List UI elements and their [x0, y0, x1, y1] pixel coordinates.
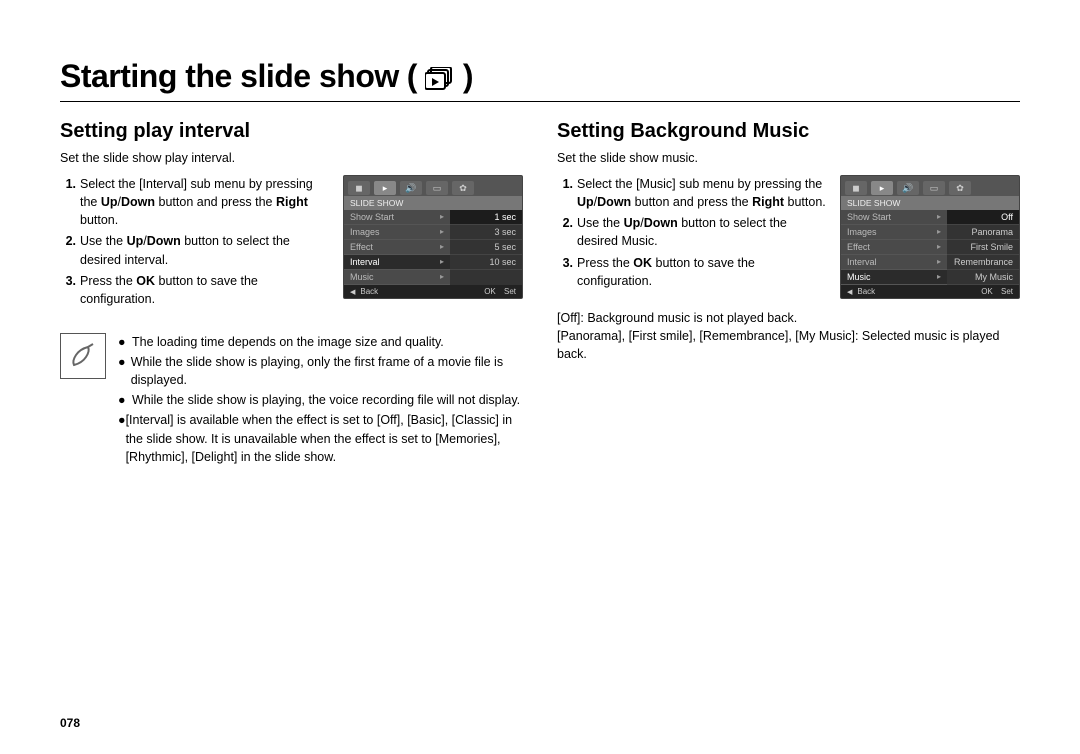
- menu-row: Show Start▸: [841, 210, 947, 225]
- right-intro: Set the slide show music.: [557, 151, 1020, 165]
- page-title: Starting the slide show ( ): [60, 58, 1020, 102]
- step-number: 1.: [60, 175, 76, 229]
- menu-option: 1 sec: [450, 210, 522, 225]
- step-item: 2. Use the Up/Down button to select the …: [557, 214, 830, 250]
- step-number: 3.: [557, 254, 573, 290]
- menu-row: Images▸: [344, 225, 450, 240]
- tab-sound-icon: 🔊: [400, 181, 422, 195]
- screen-tabs: ◼ ▸ 🔊 ▭ ✿: [344, 176, 522, 196]
- page-number: 078: [60, 716, 80, 730]
- step-text: Press the OK button to save the configur…: [577, 254, 830, 290]
- slideshow-icon: [425, 67, 455, 91]
- manual-page: Starting the slide show ( ) Setting play…: [0, 0, 1080, 468]
- note-block: ●The loading time depends on the image s…: [60, 333, 523, 468]
- footer-ok: OK Set: [981, 287, 1013, 296]
- screen-footer: Back OK Set: [841, 285, 1019, 298]
- note-icon: [60, 333, 106, 379]
- screen-menu-right: 1 sec3 sec5 sec10 sec: [450, 210, 522, 285]
- left-intro: Set the slide show play interval.: [60, 151, 523, 165]
- left-content-row: 1. Select the [Interval] sub menu by pre…: [60, 175, 523, 311]
- screen-footer: Back OK Set: [344, 285, 522, 298]
- menu-row: Music▸: [841, 270, 947, 285]
- screen-menu-right: OffPanoramaFirst SmileRemembranceMy Musi…: [947, 210, 1019, 285]
- title-text: Starting the slide show: [60, 58, 399, 95]
- screen-body: Show Start▸Images▸Effect▸Interval▸Music▸…: [344, 210, 522, 285]
- right-explanation: [Off]: Background music is not played ba…: [557, 309, 1020, 363]
- note-line: ●While the slide show is playing, only t…: [118, 353, 523, 389]
- left-steps: 1. Select the [Interval] sub menu by pre…: [60, 175, 333, 311]
- step-item: 3. Press the OK button to save the confi…: [557, 254, 830, 290]
- note-bullets: ●The loading time depends on the image s…: [118, 333, 523, 468]
- step-item: 3. Press the OK button to save the confi…: [60, 272, 333, 308]
- menu-row: Interval▸: [344, 255, 450, 270]
- screen-menu-left: Show Start▸Images▸Effect▸Interval▸Music▸: [344, 210, 450, 285]
- step-item: 2. Use the Up/Down button to select the …: [60, 232, 333, 268]
- screen-body: Show Start▸Images▸Effect▸Interval▸Music▸…: [841, 210, 1019, 285]
- tab-display-icon: ▭: [426, 181, 448, 195]
- paren-open: (: [407, 58, 417, 95]
- step-text: Select the [Interval] sub menu by pressi…: [80, 175, 333, 229]
- menu-row: Images▸: [841, 225, 947, 240]
- camera-lcd-screenshot-interval: ◼ ▸ 🔊 ▭ ✿ SLIDE SHOW Show Start▸Images▸E…: [343, 175, 523, 299]
- step-number: 3.: [60, 272, 76, 308]
- two-column-layout: Setting play interval Set the slide show…: [60, 120, 1020, 468]
- screen-tabs: ◼ ▸ 🔊 ▭ ✿: [841, 176, 1019, 196]
- menu-row: Interval▸: [841, 255, 947, 270]
- menu-option: Off: [947, 210, 1019, 225]
- menu-option: Remembrance: [947, 255, 1019, 270]
- tab-play-icon: ▸: [374, 181, 396, 195]
- camera-lcd-screenshot-music: ◼ ▸ 🔊 ▭ ✿ SLIDE SHOW Show Start▸Images▸E…: [840, 175, 1020, 299]
- note-line: ●While the slide show is playing, the vo…: [118, 391, 523, 409]
- step-text: Use the Up/Down button to select the des…: [577, 214, 830, 250]
- menu-row: Effect▸: [344, 240, 450, 255]
- footer-ok: OK Set: [484, 287, 516, 296]
- screen-header: SLIDE SHOW: [344, 196, 522, 210]
- menu-option: First Smile: [947, 240, 1019, 255]
- right-heading: Setting Background Music: [557, 120, 1020, 143]
- step-number: 2.: [557, 214, 573, 250]
- menu-row: Show Start▸: [344, 210, 450, 225]
- step-number: 1.: [557, 175, 573, 211]
- tab-icon: ◼: [845, 181, 867, 195]
- footer-back: Back: [847, 287, 875, 296]
- menu-option: 10 sec: [450, 255, 522, 270]
- step-text: Select the [Music] sub menu by pressing …: [577, 175, 830, 211]
- note-line: ●[Interval] is available when the effect…: [118, 411, 523, 465]
- step-text: Use the Up/Down button to select the des…: [80, 232, 333, 268]
- right-steps: 1. Select the [Music] sub menu by pressi…: [557, 175, 830, 293]
- tab-sound-icon: 🔊: [897, 181, 919, 195]
- menu-option: 5 sec: [450, 240, 522, 255]
- footer-back: Back: [350, 287, 378, 296]
- tab-icon: ◼: [348, 181, 370, 195]
- step-number: 2.: [60, 232, 76, 268]
- step-item: 1. Select the [Interval] sub menu by pre…: [60, 175, 333, 229]
- note-line: ●The loading time depends on the image s…: [118, 333, 523, 351]
- menu-row: Effect▸: [841, 240, 947, 255]
- menu-option: Panorama: [947, 225, 1019, 240]
- tab-settings-icon: ✿: [452, 181, 474, 195]
- tab-play-icon: ▸: [871, 181, 893, 195]
- right-content-row: 1. Select the [Music] sub menu by pressi…: [557, 175, 1020, 299]
- step-item: 1. Select the [Music] sub menu by pressi…: [557, 175, 830, 211]
- tab-settings-icon: ✿: [949, 181, 971, 195]
- right-column: Setting Background Music Set the slide s…: [557, 120, 1020, 468]
- tab-display-icon: ▭: [923, 181, 945, 195]
- left-column: Setting play interval Set the slide show…: [60, 120, 523, 468]
- step-text: Press the OK button to save the configur…: [80, 272, 333, 308]
- screen-header: SLIDE SHOW: [841, 196, 1019, 210]
- paren-close: ): [463, 58, 473, 95]
- menu-row: Music▸: [344, 270, 450, 285]
- menu-option: 3 sec: [450, 225, 522, 240]
- left-heading: Setting play interval: [60, 120, 523, 143]
- screen-menu-left: Show Start▸Images▸Effect▸Interval▸Music▸: [841, 210, 947, 285]
- menu-option: My Music: [947, 270, 1019, 285]
